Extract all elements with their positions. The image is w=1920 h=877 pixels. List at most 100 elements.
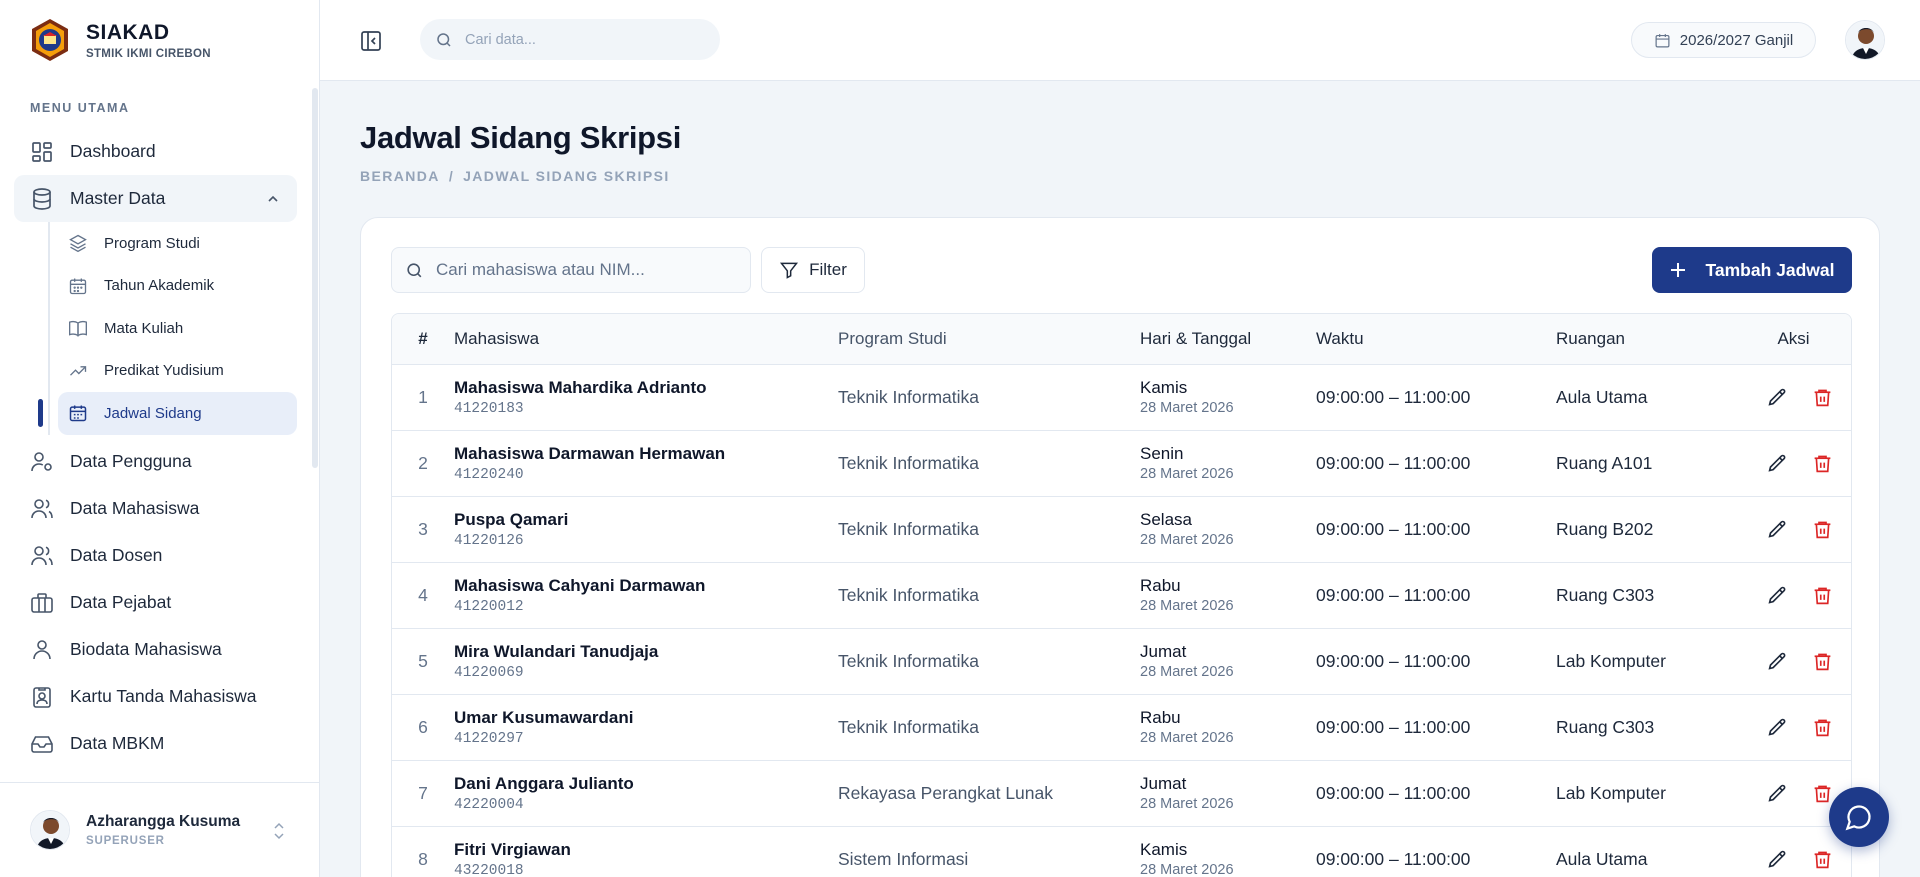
program-studi-cell: Teknik Informatika	[838, 496, 1140, 563]
table-row[interactable]: 5 Mira Wulandari Tanudjaja 41220069 Tekn…	[392, 628, 1851, 695]
sidebar-item-mata-kuliah[interactable]: Mata Kuliah	[58, 307, 297, 350]
chat-bubble-icon	[1845, 805, 1871, 831]
sidebar-item-label: Kartu Tanda Mahasiswa	[70, 686, 257, 706]
row-number: 8	[392, 826, 454, 877]
student-nim: 41220183	[454, 400, 524, 417]
table-row[interactable]: 3 Puspa Qamari 41220126 Teknik Informati…	[392, 496, 1851, 563]
table-row[interactable]: 4 Mahasiswa Cahyani Darmawan 41220012 Te…	[392, 562, 1851, 629]
row-number: 1	[392, 364, 454, 431]
edit-icon[interactable]	[1767, 717, 1788, 738]
date-label: 28 Maret 2026	[1140, 532, 1234, 548]
edit-icon[interactable]	[1767, 387, 1788, 408]
table-row[interactable]: 7 Dani Anggara Julianto 42220004 Rekayas…	[392, 760, 1851, 827]
add-schedule-label: Tambah Jadwal	[1705, 259, 1835, 280]
add-schedule-button[interactable]: Tambah Jadwal	[1652, 247, 1852, 293]
edit-icon[interactable]	[1767, 783, 1788, 804]
row-number: 7	[392, 760, 454, 827]
campus-logo-icon	[32, 19, 68, 61]
brand-title: SIAKAD	[86, 20, 170, 44]
edit-icon[interactable]	[1767, 453, 1788, 474]
student-name: Dani Anggara Julianto	[454, 773, 634, 793]
table-row[interactable]: 1 Mahasiswa Mahardika Adrianto 41220183 …	[392, 364, 1851, 431]
day-label: Rabu	[1140, 708, 1181, 727]
day-date-cell: Jumat 28 Maret 2026	[1140, 628, 1316, 695]
delete-icon[interactable]	[1812, 783, 1833, 804]
column-header-hari-tanggal[interactable]: Hari & Tanggal	[1140, 314, 1316, 365]
layers-icon	[69, 234, 87, 253]
table-row[interactable]: 8 Fitri Virgiawan 43220018 Sistem Inform…	[392, 826, 1851, 877]
delete-icon[interactable]	[1812, 651, 1833, 672]
sidebar-item-data-pengguna[interactable]: Data Pengguna	[14, 438, 297, 485]
edit-icon[interactable]	[1767, 849, 1788, 870]
edit-icon[interactable]	[1767, 519, 1788, 540]
brand[interactable]: SIAKAD STMIK IKMI CIREBON	[28, 18, 211, 62]
sidebar-item-data-dosen[interactable]: Data Dosen	[14, 532, 297, 579]
delete-icon[interactable]	[1812, 387, 1833, 408]
student-cell: Mahasiswa Mahardika Adrianto 41220183	[454, 364, 838, 431]
date-label: 28 Maret 2026	[1140, 730, 1234, 746]
column-header-waktu[interactable]: Waktu	[1316, 314, 1556, 365]
column-header-program-studi[interactable]: Program Studi	[838, 314, 1140, 365]
student-search-input[interactable]	[436, 260, 736, 280]
sidebar-item-predikat-yudisium[interactable]: Predikat Yudisium	[58, 350, 297, 393]
sidebar-item-program-studi[interactable]: Program Studi	[58, 222, 297, 265]
sidebar-item-kartu-tanda-mahasiswa[interactable]: Kartu Tanda Mahasiswa	[14, 673, 297, 720]
student-name: Puspa Qamari	[454, 509, 569, 529]
student-search[interactable]	[391, 247, 751, 293]
student-cell: Mahasiswa Cahyani Darmawan 41220012	[454, 562, 838, 629]
user-cog-icon	[31, 451, 52, 471]
delete-icon[interactable]	[1812, 585, 1833, 606]
day-label: Jumat	[1140, 642, 1187, 661]
column-header-mahasiswa[interactable]: Mahasiswa	[454, 314, 838, 365]
delete-icon[interactable]	[1812, 519, 1833, 540]
time-cell: 09:00:00 – 11:00:00	[1316, 628, 1556, 695]
edit-icon[interactable]	[1767, 651, 1788, 672]
actions-cell	[1736, 430, 1851, 497]
sidebar-item-biodata-mahasiswa[interactable]: Biodata Mahasiswa	[14, 626, 297, 673]
edit-icon[interactable]	[1767, 585, 1788, 606]
time-cell: 09:00:00 – 11:00:00	[1316, 562, 1556, 629]
header-avatar[interactable]	[1845, 20, 1885, 60]
delete-icon[interactable]	[1812, 849, 1833, 870]
table-row[interactable]: 6 Umar Kusumawardani 41220297 Teknik Inf…	[392, 694, 1851, 761]
sidebar-item-dashboard[interactable]: Dashboard	[14, 128, 297, 175]
row-number: 6	[392, 694, 454, 761]
academic-period-selector[interactable]: 2026/2027 Ganjil	[1631, 22, 1816, 58]
sidebar-item-jadwal-sidang[interactable]: Jadwal Sidang	[38, 392, 297, 435]
breadcrumb: BERANDA / JADWAL SIDANG SKRIPSI	[360, 168, 670, 184]
row-number: 5	[392, 628, 454, 695]
room-cell: Ruang C303	[1556, 562, 1736, 629]
id-card-icon	[33, 686, 51, 708]
inbox-icon	[31, 735, 53, 753]
sidebar-item-data-pejabat[interactable]: Data Pejabat	[14, 579, 297, 626]
global-search-input[interactable]	[465, 31, 705, 48]
day-label: Senin	[1140, 444, 1184, 463]
sidebar-scrollbar[interactable]	[312, 88, 318, 468]
sidebar-item-label: Dashboard	[70, 141, 156, 161]
search-icon	[407, 262, 422, 277]
date-label: 28 Maret 2026	[1140, 862, 1234, 877]
filter-button[interactable]: Filter	[761, 247, 865, 293]
chevron-up-icon[interactable]	[265, 191, 281, 207]
sidebar-item-data-mahasiswa[interactable]: Data Mahasiswa	[14, 485, 297, 532]
table-row[interactable]: 2 Mahasiswa Darmawan Hermawan 41220240 T…	[392, 430, 1851, 497]
sidebar-item-label: Data Dosen	[70, 545, 163, 565]
column-header-ruangan[interactable]: Ruangan	[1556, 314, 1736, 365]
user-profile-menu[interactable]: Azharangga Kusuma SUPERUSER	[0, 782, 320, 877]
sidebar-item-master-data[interactable]: Master Data	[14, 175, 297, 222]
sidebar-item-tahun-akademik[interactable]: Tahun Akademik	[58, 265, 297, 308]
breadcrumb-home[interactable]: BERANDA	[360, 168, 440, 184]
day-label: Rabu	[1140, 576, 1181, 595]
date-label: 28 Maret 2026	[1140, 400, 1234, 416]
global-search[interactable]	[420, 19, 720, 60]
student-name: Mahasiswa Darmawan Hermawan	[454, 443, 726, 463]
student-cell: Mira Wulandari Tanudjaja 41220069	[454, 628, 838, 695]
delete-icon[interactable]	[1812, 453, 1833, 474]
delete-icon[interactable]	[1812, 717, 1833, 738]
sidebar-toggle-icon[interactable]	[359, 29, 383, 53]
student-nim: 41220012	[454, 598, 524, 615]
chevrons-up-down-icon[interactable]	[271, 821, 287, 841]
sidebar-item-data-mbkm[interactable]: Data MBKM	[14, 720, 297, 767]
calendar-days-icon	[69, 405, 87, 422]
chat-button[interactable]	[1829, 787, 1889, 847]
